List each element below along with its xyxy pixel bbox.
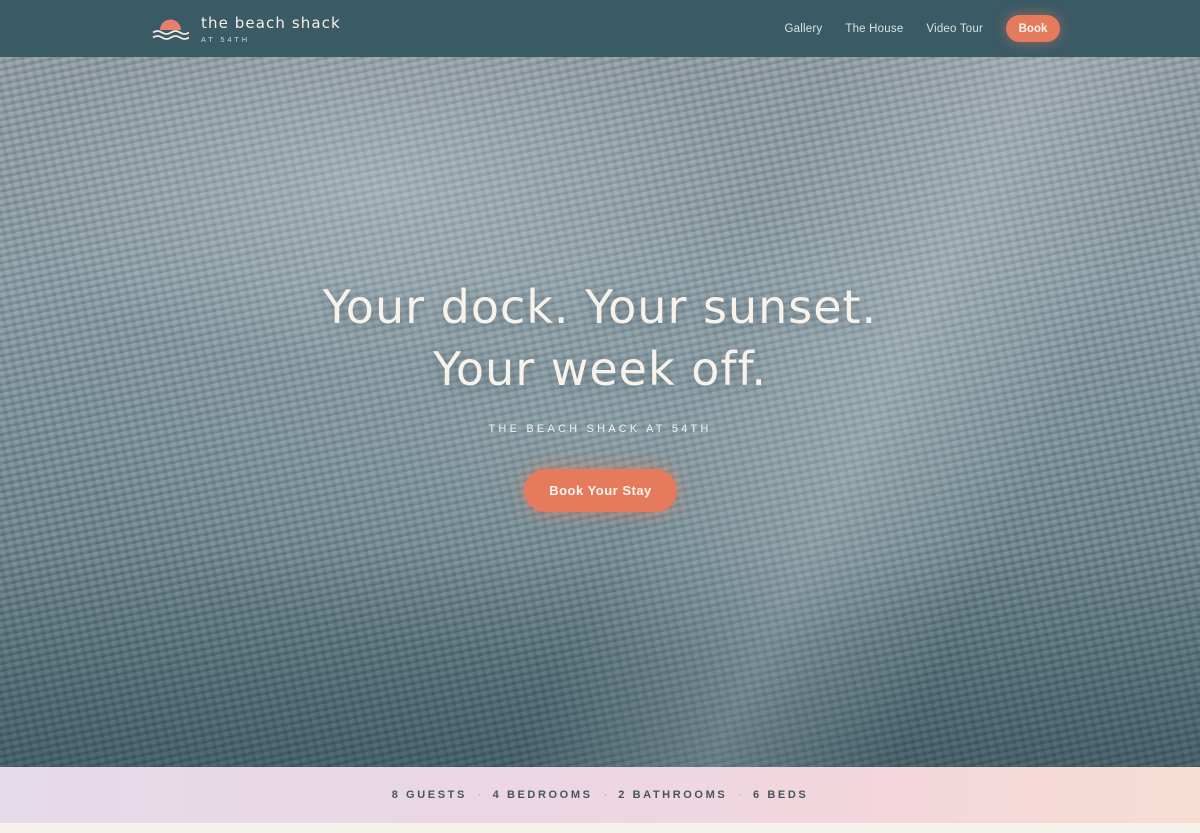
- nav-link-video-tour[interactable]: Video Tour: [926, 23, 983, 35]
- stat-separator: ·: [738, 789, 742, 801]
- brand-text: the beach shack AT 54TH: [201, 14, 341, 44]
- hero-content: Your dock. Your sunset. Your week off. T…: [0, 57, 1200, 767]
- nav-link-the-house[interactable]: The House: [845, 23, 903, 35]
- sunset-waves-icon: [152, 19, 189, 40]
- stat-separator: ·: [603, 789, 608, 801]
- top-nav: the beach shack AT 54TH Gallery The Hous…: [0, 0, 1200, 57]
- stat-beds: 6 BEDS: [752, 789, 809, 801]
- hero-section: Your dock. Your sunset. Your week off. T…: [0, 57, 1200, 767]
- stat-separator: ·: [477, 789, 482, 801]
- brand-logo-link[interactable]: the beach shack AT 54TH: [152, 14, 341, 44]
- stat-bathrooms: 2 BATHROOMS: [618, 789, 728, 801]
- hero-headline-line-2: Your week off.: [432, 342, 768, 396]
- brand-name: the beach shack: [201, 13, 341, 32]
- stat-guests: 8 GUESTS: [391, 789, 467, 801]
- nav-link-gallery[interactable]: Gallery: [785, 23, 823, 35]
- page-bottom-edge: [0, 823, 1200, 833]
- stat-bedrooms: 4 BEDROOMS: [492, 789, 593, 801]
- hero-headline-line-1: Your dock. Your sunset.: [322, 280, 878, 334]
- brand-subtitle: AT 54TH: [201, 34, 250, 44]
- book-your-stay-button[interactable]: Book Your Stay: [524, 469, 677, 512]
- nav-links: Gallery The House Video Tour Book: [785, 15, 1060, 42]
- property-stats-strip: 8 GUESTS · 4 BEDROOMS · 2 BATHROOMS · 6 …: [0, 767, 1200, 823]
- hero-subtitle: THE BEACH SHACK AT 54TH: [488, 423, 712, 435]
- nav-book-button[interactable]: Book: [1006, 15, 1060, 42]
